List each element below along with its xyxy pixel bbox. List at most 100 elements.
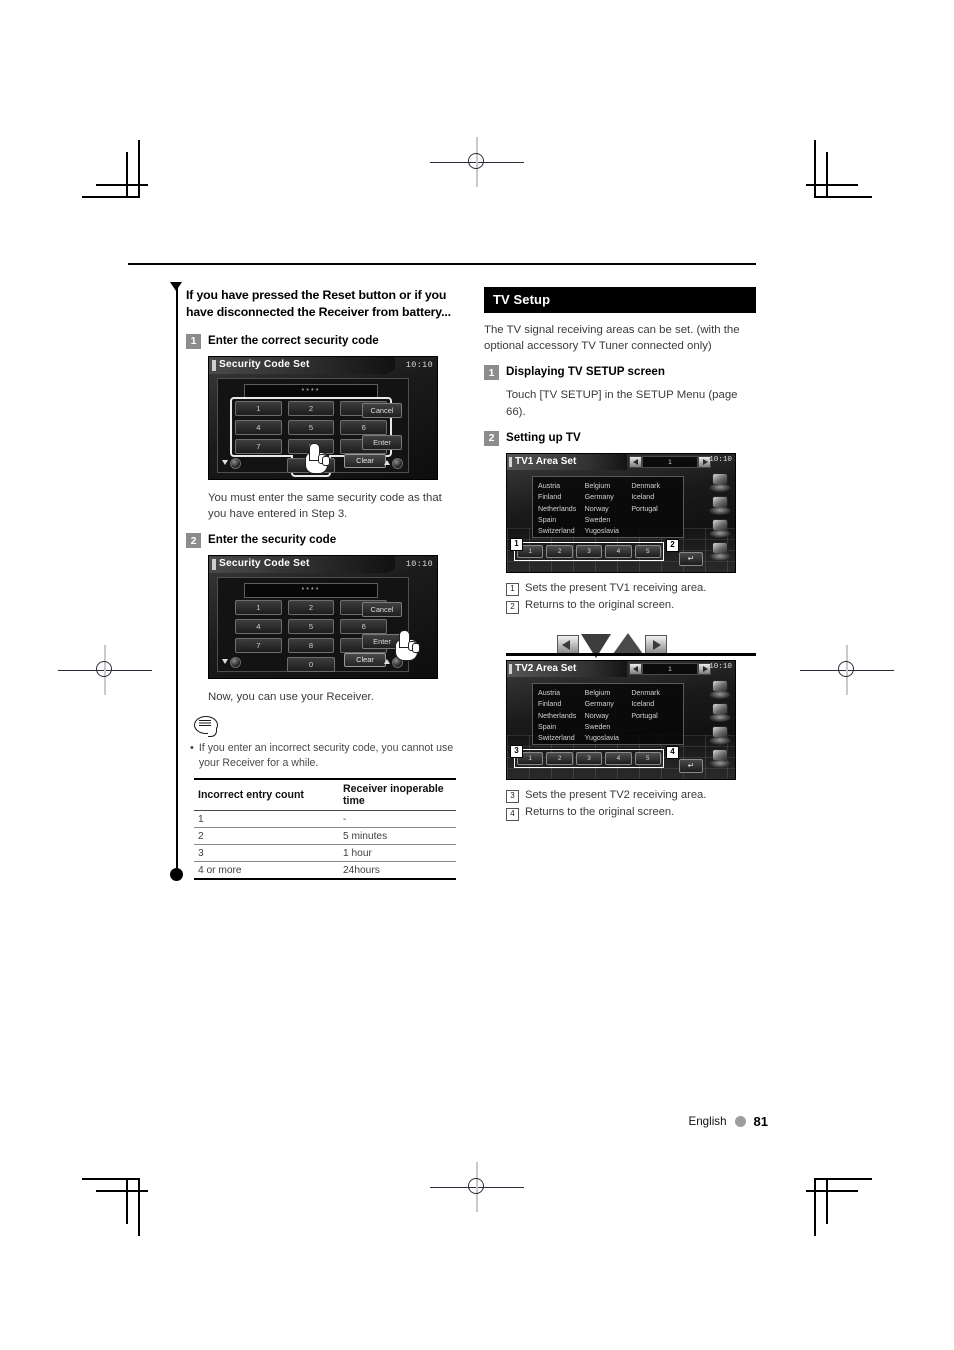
area-index-field: 1 [642,662,698,675]
registration-mark-left [58,645,152,695]
key-1[interactable]: 1 [235,400,282,416]
key-4[interactable]: 4 [235,419,282,435]
tv1-legend-item: 1 Sets the present TV1 receiving area. [484,581,756,597]
key-4[interactable]: 4 [235,619,282,635]
key-5[interactable]: 5 [287,619,335,635]
column-header-inoperable-time: Receiver inoperable time [339,778,456,812]
keypad-row: 4 5 6 [235,419,388,435]
key-8[interactable]: 8 [287,638,335,654]
country-row: Finland Germany Iceland [538,699,678,710]
preset-button-4[interactable]: 4 [605,544,632,558]
step-title: Displaying TV SETUP screen [506,365,665,379]
cancel-button[interactable]: Cancel [362,602,402,618]
source-icon-disc[interactable] [709,472,731,493]
volume-down-icon[interactable] [222,457,242,469]
key-7[interactable]: 7 [235,438,282,454]
country-cell: Denmark [631,688,661,697]
source-icon-aux[interactable] [709,541,731,562]
preset-button-3[interactable]: 3 [575,544,603,558]
area-index-field: 1 [642,455,698,468]
volume-down-icon[interactable] [222,657,242,669]
country-cell: Portugal [631,504,658,513]
return-button[interactable]: ↵ [679,758,703,773]
source-icon-tuner[interactable] [709,495,731,516]
enter-button[interactable]: Enter [362,434,402,450]
country-row: Switzerland Yugoslavia [538,733,678,744]
screen-title: TV2 Area Set [507,660,627,677]
prev-arrow-icon[interactable] [629,662,642,675]
clear-button[interactable]: Clear [344,653,386,668]
key-6[interactable]: 6 [340,419,388,435]
step-title: Setting up TV [506,430,581,444]
cell-entry-count: 4 or more [194,861,339,881]
preset-button-2[interactable]: 2 [546,544,573,558]
security-code-field[interactable]: **** [244,583,378,599]
clock-display: 10:10 [405,359,433,370]
key-6[interactable]: 6 [340,619,388,635]
return-button[interactable]: ↵ [679,551,703,566]
cell-entry-count: 2 [194,827,339,846]
volume-up-icon[interactable] [384,457,404,469]
callout-marker-presets: 1 [510,537,523,551]
screen-title: TV1 Area Set [507,453,627,470]
note-bubble-icon [194,715,220,738]
source-icon-media[interactable] [709,518,731,539]
country-cell: Switzerland [538,734,575,743]
key-7[interactable]: 7 [235,638,282,654]
cell-inoperable-time: 5 minutes [339,827,456,846]
crop-mark-bottom-right-h2 [806,1190,858,1192]
prev-arrow-icon[interactable] [629,455,642,468]
divider-rule [506,653,756,656]
security-code-field[interactable]: **** [244,383,378,399]
country-cell: Germany [584,493,614,502]
cell-entry-count: 1 [194,810,339,829]
preset-button-4[interactable]: 4 [605,751,632,765]
country-row: Spain Sweden [538,722,678,733]
cancel-button[interactable]: Cancel [362,402,402,418]
divider-arrow-group [557,632,667,658]
preset-button-2[interactable]: 2 [546,751,573,765]
security-code-set-screen-2: Security Code Set 10:10 **** 1 2 3 4 5 6… [208,555,438,680]
step-title: Enter the security code [208,533,337,547]
crop-mark-bottom-left-h [82,1178,140,1180]
step-number-badge: 1 [484,365,499,381]
source-icon-disc[interactable] [709,679,731,700]
crop-mark-top-left-v [138,140,140,198]
key-5[interactable]: 5 [287,419,335,435]
country-row: Finland Germany Iceland [538,492,678,503]
country-list: Austria Belgium Denmark Finland Germany … [532,475,684,538]
key-2[interactable]: 2 [287,400,335,416]
country-cell: Finland [538,493,562,502]
step-1-header: 1 Enter the correct security code [186,333,458,349]
table-row: 3 1 hour [194,844,456,863]
tv2-area-set-screen: TV2 Area Set 1 10:10 Austria Belgium Den… [506,659,736,780]
crop-mark-bottom-left-v2 [126,1178,128,1224]
screen-title: Security Code Set [209,356,395,374]
navigation-bar: 1 [629,662,711,676]
preset-button-5[interactable]: 5 [634,544,662,558]
country-cell: Yugoslavia [584,527,619,536]
preset-button-3[interactable]: 3 [575,751,603,765]
country-cell: Belgium [584,481,611,490]
table-row: 4 or more 24hours [194,861,456,881]
cell-entry-count: 3 [194,844,339,863]
cell-inoperable-time: 1 hour [339,844,456,863]
country-cell: Austria [538,481,561,490]
source-icon-aux[interactable] [709,748,731,769]
key-0[interactable]: 0 [287,657,335,673]
key-2[interactable]: 2 [287,600,335,616]
country-row: Spain Sweden [538,515,678,526]
page-footer: English 81 [689,1114,769,1129]
country-cell: Denmark [631,481,661,490]
key-1[interactable]: 1 [235,600,282,616]
bullet-marker: • [190,741,194,754]
legend-text: Sets the present TV1 receiving area. [525,581,707,594]
source-icon-media[interactable] [709,725,731,746]
footer-dot-icon [734,1116,746,1127]
source-icon-tuner[interactable] [709,702,731,723]
crop-mark-top-right-v2 [826,152,828,198]
clear-button[interactable]: Clear [344,453,386,468]
callout-marker-presets: 3 [510,744,523,758]
preset-button-5[interactable]: 5 [634,751,662,765]
preset-button-row: 1 2 3 4 5 [517,751,662,765]
